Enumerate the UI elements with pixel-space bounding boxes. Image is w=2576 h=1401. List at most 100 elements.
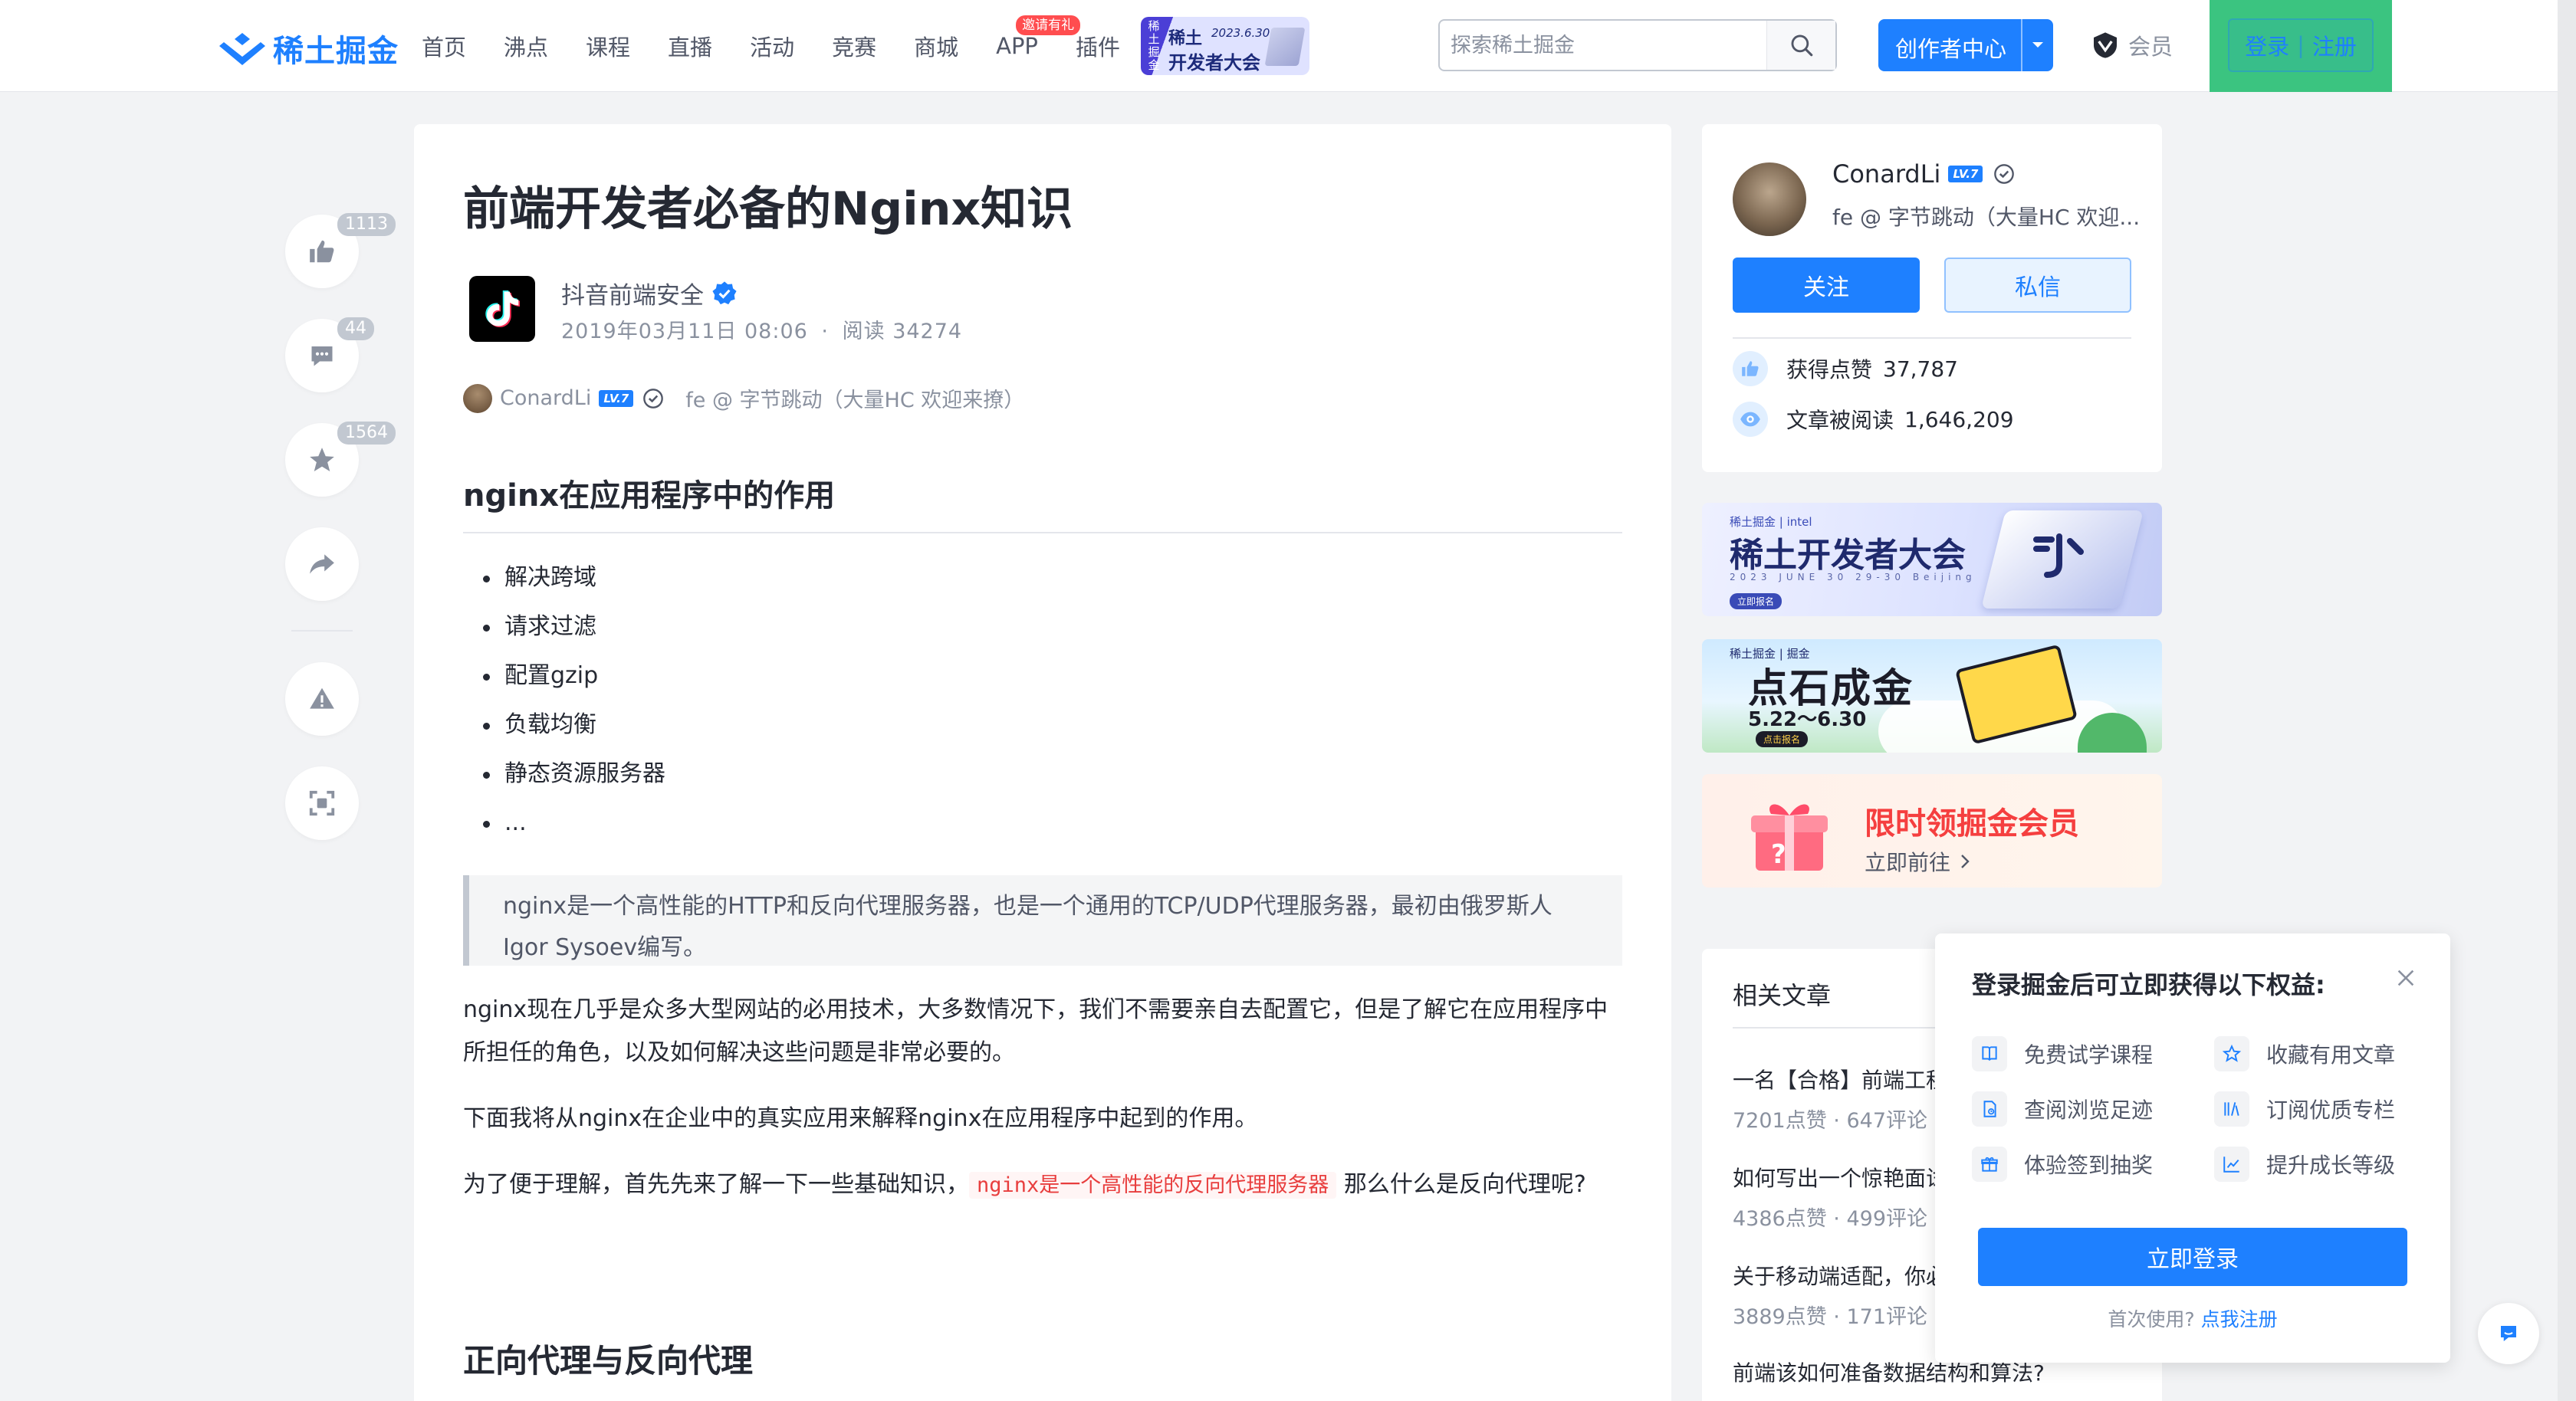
popup-close-button[interactable] [2390,963,2421,993]
nav-contest[interactable]: 竞赛 [832,30,876,62]
section-heading-2: 正向代理与反向代理 [463,1342,754,1380]
article-title: 前端开发者必备的Nginx知识 [463,182,1073,236]
tiktok-logo-icon [479,286,525,332]
register-label: 注册 [2312,34,2357,60]
search-box [1438,19,1837,71]
nav-app[interactable]: APP 邀请有礼 [996,15,1081,59]
share-icon [307,550,337,579]
author-avatar[interactable] [469,276,535,342]
nav-home[interactable]: 首页 [422,30,466,62]
nav-pins[interactable]: 沸点 [504,30,548,62]
rail-divider [291,630,353,632]
chevron-right-icon [1960,853,1970,870]
comment-count: 44 [337,317,374,340]
fullscreen-icon [307,789,337,818]
nav-courses[interactable]: 课程 [586,30,630,62]
collect-button[interactable]: 1564 [285,422,396,497]
vip-entry[interactable]: 会员 [2090,29,2173,61]
reads-value: 1,646,209 [1904,406,2014,432]
vip-promo-banner[interactable]: ? 限时领掘金会员 立即前往 [1702,774,2162,888]
co-author-avatar [463,383,492,413]
vip-shield-icon [2090,30,2121,61]
publish-date: 2019年03月11日 08:06 [561,320,808,343]
verified-badge-icon [711,281,738,307]
author-name[interactable]: 抖音前端安全 [561,276,738,310]
article-meta: 2019年03月11日 08:06 · 阅读 34274 [561,314,962,344]
b3-title: 限时领掘金会员 [1865,806,2079,842]
inline-code: nginx是一个高性能的反向代理服务器 [969,1172,1337,1199]
fullscreen-button[interactable] [285,766,359,840]
search-button[interactable] [1766,21,1835,70]
gift-box-icon: ? [1745,788,1834,877]
related-title: 相关文章 [1733,981,1832,1010]
verified-check-icon [642,388,664,409]
top-header: 稀土掘金 首页 沸点 课程 直播 活动 竞赛 商城 APP 邀请有礼 插件 稀土 … [0,0,2576,92]
follow-button[interactable]: 关注 [1733,258,1920,313]
campaign-banner[interactable]: 稀土掘金 | 掘金 点石成金 5.22～6.30 点击报名 [1702,639,2162,753]
search-input[interactable] [1451,21,1773,70]
columns-icon [2214,1091,2249,1127]
b1-register-pill: 立即报名 [1730,593,1783,609]
benefit-label: 查阅浏览足迹 [2024,1098,2154,1123]
likes-label: 获得点赞 [1786,357,1873,382]
author-card-avatar[interactable] [1733,162,1806,236]
creator-dropdown-toggle[interactable] [2021,19,2053,71]
close-icon [2395,967,2417,989]
b3-link[interactable]: 立即前往 [1865,846,1970,877]
benefit-label: 提升成长等级 [2266,1153,2396,1178]
creator-center-button[interactable]: 创作者中心 [1878,19,2053,71]
main-nav: 首页 沸点 课程 直播 活动 竞赛 商城 APP 邀请有礼 插件 [422,0,1158,92]
comment-button[interactable]: 44 [285,317,374,392]
nav-mall[interactable]: 商城 [914,30,958,62]
meta-separator: · [821,320,830,343]
promo-line1: 稀土 [1168,29,1203,48]
like-button[interactable]: 1113 [285,213,396,288]
promo-date: 2023.6.30 [1211,26,1270,40]
list-item: 负载均衡 [483,700,665,750]
benefit-label: 免费试学课程 [2024,1042,2154,1068]
logo-text: 稀土掘金 [273,34,399,69]
level-badge: LV.7 [599,389,634,407]
juejin-logo-icon [219,30,265,67]
benefit-label: 订阅优质专栏 [2266,1098,2396,1123]
feedback-float-button[interactable] [2478,1303,2539,1364]
register-link[interactable]: 点我注册 [2201,1308,2278,1330]
login-area: 登录 | 注册 [2210,0,2392,92]
popup-login-button[interactable]: 立即登录 [1978,1228,2407,1286]
nav-plugins[interactable]: 插件 [1076,30,1120,62]
message-button[interactable]: 私信 [1944,258,2131,313]
gift-icon [1972,1147,2007,1182]
history-doc-icon [1972,1091,2007,1127]
likes-value: 37,787 [1883,356,1958,382]
dev-conference-promo[interactable]: 稀土 掘金 稀土 2023.6.30 开发者大会 [1141,17,1309,75]
nav-events[interactable]: 活动 [750,30,794,62]
juejin-logo[interactable]: 稀土掘金 [219,26,399,71]
list-item: 解决跨域 [483,553,665,602]
b1-subtitle: 2023 JUNE 30 29-30 Beijing [1730,572,1976,582]
report-button[interactable] [285,662,359,736]
login-register-button[interactable]: 登录 | 注册 [2228,18,2374,72]
first-use-text: 首次使用? [2108,1308,2195,1330]
benefit-item: 免费试学课程 [1972,1036,2153,1071]
growth-chart-icon [2214,1147,2249,1182]
co-author-line[interactable]: ConardLi LV.7 fe @ 字节跳动（大量HC 欢迎来撩） [463,383,1024,413]
share-button[interactable] [285,527,359,601]
reads-label: 文章被阅读 [1786,408,1894,433]
warning-icon [307,684,337,714]
benefit-item: 体验签到抽奖 [1972,1147,2153,1182]
author-card-name[interactable]: ConardLi LV.7 [1832,159,2015,189]
promo-line2: 开发者大会 [1168,52,1260,74]
dev-conference-banner[interactable]: 稀土掘金 | intel 稀土开发者大会 2023 JUNE 30 29-30 … [1702,503,2162,616]
paragraph-3: 为了便于理解，首先先来了解一下一些基础知识， nginx是一个高性能的反向代理服务… [463,1163,1622,1207]
promo-cube-graphic [1264,28,1306,66]
benefit-item: 订阅优质专栏 [2214,1091,2395,1127]
author-name-text: 抖音前端安全 [561,282,704,310]
benefit-item: 提升成长等级 [2214,1147,2395,1182]
list-item: 静态资源服务器 [483,750,665,799]
b1-title: 稀土开发者大会 [1730,536,1966,575]
page-scrollbar[interactable] [2558,0,2576,1401]
thumb-up-icon [307,237,337,266]
benefit-label: 体验签到抽奖 [2024,1153,2154,1178]
nav-live[interactable]: 直播 [668,30,712,62]
eye-icon [1733,402,1768,437]
